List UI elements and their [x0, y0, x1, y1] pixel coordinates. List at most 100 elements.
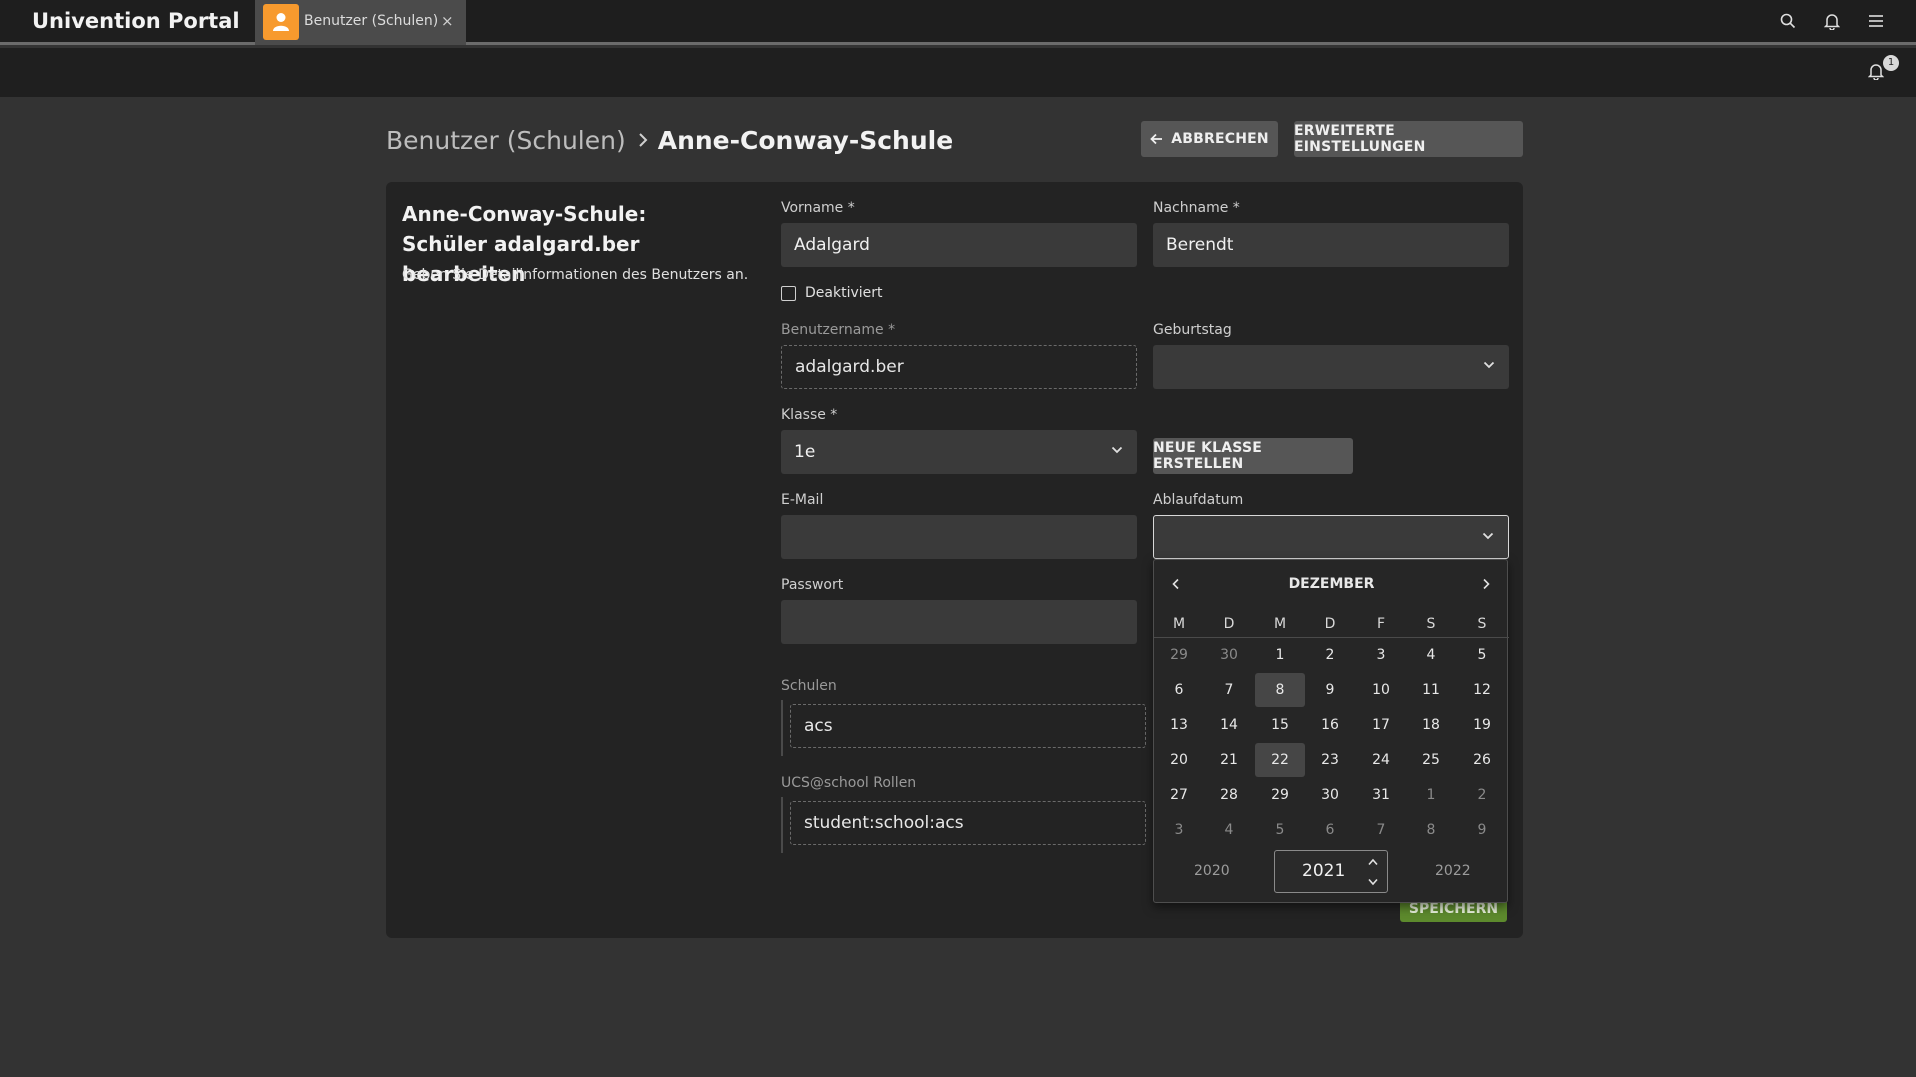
close-icon[interactable]: × — [441, 0, 454, 42]
weekday-label: S — [1426, 616, 1436, 632]
calendar-day[interactable]: 8 — [1406, 813, 1456, 847]
bell-icon[interactable] — [1823, 13, 1842, 31]
weekday-label: M — [1273, 616, 1287, 632]
schools-group-bar — [781, 700, 783, 756]
calendar-day[interactable]: 26 — [1457, 743, 1507, 777]
calendar-day[interactable]: 29 — [1154, 638, 1204, 672]
calendar-weekdays: MDMDFSS — [1154, 612, 1509, 638]
calendar-day[interactable]: 2 — [1457, 778, 1507, 812]
weekday-label: F — [1376, 616, 1386, 632]
calendar-day[interactable]: 2 — [1305, 638, 1355, 672]
email-label: E-Mail — [781, 492, 824, 508]
breadcrumb-parent[interactable]: Benutzer (Schulen) — [386, 126, 626, 155]
advanced-settings-button[interactable]: ERWEITERTE EINSTELLUNGEN — [1294, 121, 1523, 157]
chevron-up-icon[interactable] — [1367, 857, 1379, 867]
new-class-button[interactable]: NEUE KLASSE ERSTELLEN — [1153, 438, 1353, 474]
chevron-right-icon — [638, 132, 648, 148]
tab-benutzer-schulen[interactable]: Benutzer (Schulen) × — [255, 0, 466, 45]
roles-label: UCS@school Rollen — [781, 775, 917, 791]
cancel-button[interactable]: ABBRECHEN — [1141, 121, 1278, 157]
calendar-day[interactable]: 5 — [1255, 813, 1305, 847]
calendar-day[interactable]: 10 — [1356, 673, 1406, 707]
calendar-day[interactable]: 30 — [1305, 778, 1355, 812]
calendar-day[interactable]: 7 — [1356, 813, 1406, 847]
calendar-day[interactable]: 31 — [1356, 778, 1406, 812]
calendar-day[interactable]: 29 — [1255, 778, 1305, 812]
calendar-day[interactable]: 1 — [1255, 638, 1305, 672]
arrow-left-icon — [1150, 133, 1163, 145]
calendar-day[interactable]: 22 — [1255, 743, 1305, 777]
calendar-day[interactable]: 17 — [1356, 708, 1406, 742]
chevron-down-icon — [1111, 446, 1123, 454]
calendar-day[interactable]: 20 — [1154, 743, 1204, 777]
weekday-label: D — [1223, 616, 1235, 632]
next-month-icon[interactable] — [1476, 574, 1496, 594]
chevron-down-icon[interactable] — [1367, 877, 1379, 887]
calendar-day[interactable]: 25 — [1406, 743, 1456, 777]
chevron-down-icon — [1483, 361, 1495, 369]
calendar-day[interactable]: 18 — [1406, 708, 1456, 742]
calendar-day[interactable]: 3 — [1356, 638, 1406, 672]
class-label: Klasse * — [781, 407, 838, 423]
calendar-day[interactable]: 11 — [1406, 673, 1456, 707]
calendar-day[interactable]: 8 — [1255, 673, 1305, 707]
calendar-day[interactable]: 4 — [1406, 638, 1456, 672]
firstname-field[interactable]: Adalgard — [781, 223, 1137, 267]
calendar-day[interactable]: 24 — [1356, 743, 1406, 777]
portal-header: Univention Portal Benutzer (Schulen) × — [0, 0, 1916, 45]
firstname-label: Vorname * — [781, 200, 855, 216]
class-value: 1e — [794, 442, 816, 462]
calendar-day[interactable]: 27 — [1154, 778, 1204, 812]
schools-field: acs — [790, 704, 1146, 748]
calendar-day[interactable]: 9 — [1305, 673, 1355, 707]
roles-field: student:school:acs — [790, 801, 1146, 845]
calendar-day[interactable]: 6 — [1305, 813, 1355, 847]
calendar-day[interactable]: 5 — [1457, 638, 1507, 672]
calendar-day[interactable]: 23 — [1305, 743, 1355, 777]
expiry-datepicker[interactable] — [1153, 515, 1509, 559]
calendar-day[interactable]: 4 — [1204, 813, 1254, 847]
disabled-label: Deaktiviert — [805, 285, 883, 301]
calendar-day[interactable]: 1 — [1406, 778, 1456, 812]
calendar-day[interactable]: 15 — [1255, 708, 1305, 742]
calendar-day[interactable]: 14 — [1204, 708, 1254, 742]
class-select[interactable]: 1e — [781, 430, 1137, 474]
disabled-checkbox[interactable]: Deaktiviert — [781, 285, 883, 301]
breadcrumb: Benutzer (Schulen) Anne-Conway-Schule — [386, 120, 953, 160]
calendar-day[interactable]: 7 — [1204, 673, 1254, 707]
search-icon[interactable] — [1780, 13, 1798, 31]
roles-group-bar — [781, 797, 783, 853]
chevron-down-icon — [1482, 532, 1494, 540]
birthday-label: Geburtstag — [1153, 322, 1232, 338]
weekday-label: D — [1324, 616, 1336, 632]
password-field[interactable] — [781, 600, 1137, 644]
calendar-day[interactable]: 12 — [1457, 673, 1507, 707]
password-label: Passwort — [781, 577, 844, 593]
username-label: Benutzername * — [781, 322, 896, 338]
calendar-day[interactable]: 19 — [1457, 708, 1507, 742]
lastname-field[interactable]: Berendt — [1153, 223, 1509, 267]
calendar-day[interactable]: 28 — [1204, 778, 1254, 812]
calendar-day[interactable]: 21 — [1204, 743, 1254, 777]
calendar-month[interactable]: DEZEMBER — [1154, 576, 1509, 592]
next-year[interactable]: 2022 — [1435, 863, 1471, 879]
birthday-datepicker[interactable] — [1153, 345, 1509, 389]
calendar-day[interactable]: 3 — [1154, 813, 1204, 847]
checkbox-box[interactable] — [781, 285, 796, 301]
current-year-field[interactable]: 2021 — [1274, 850, 1388, 893]
form-description: Geben Sie Detailinformationen des Benutz… — [402, 267, 749, 283]
portal-title[interactable]: Univention Portal — [32, 0, 240, 45]
current-year-value: 2021 — [1302, 861, 1346, 881]
expiry-label: Ablaufdatum — [1153, 492, 1244, 508]
calendar-day[interactable]: 9 — [1457, 813, 1507, 847]
email-field[interactable] — [781, 515, 1137, 559]
prev-year[interactable]: 2020 — [1194, 863, 1230, 879]
calendar-day[interactable]: 6 — [1154, 673, 1204, 707]
schools-label: Schulen — [781, 678, 837, 694]
calendar-day[interactable]: 16 — [1305, 708, 1355, 742]
notification-bell-icon[interactable] — [1867, 63, 1885, 84]
username-field: adalgard.ber — [781, 345, 1137, 389]
calendar-day[interactable]: 30 — [1204, 638, 1254, 672]
calendar-day[interactable]: 13 — [1154, 708, 1204, 742]
menu-icon[interactable] — [1868, 13, 1886, 31]
